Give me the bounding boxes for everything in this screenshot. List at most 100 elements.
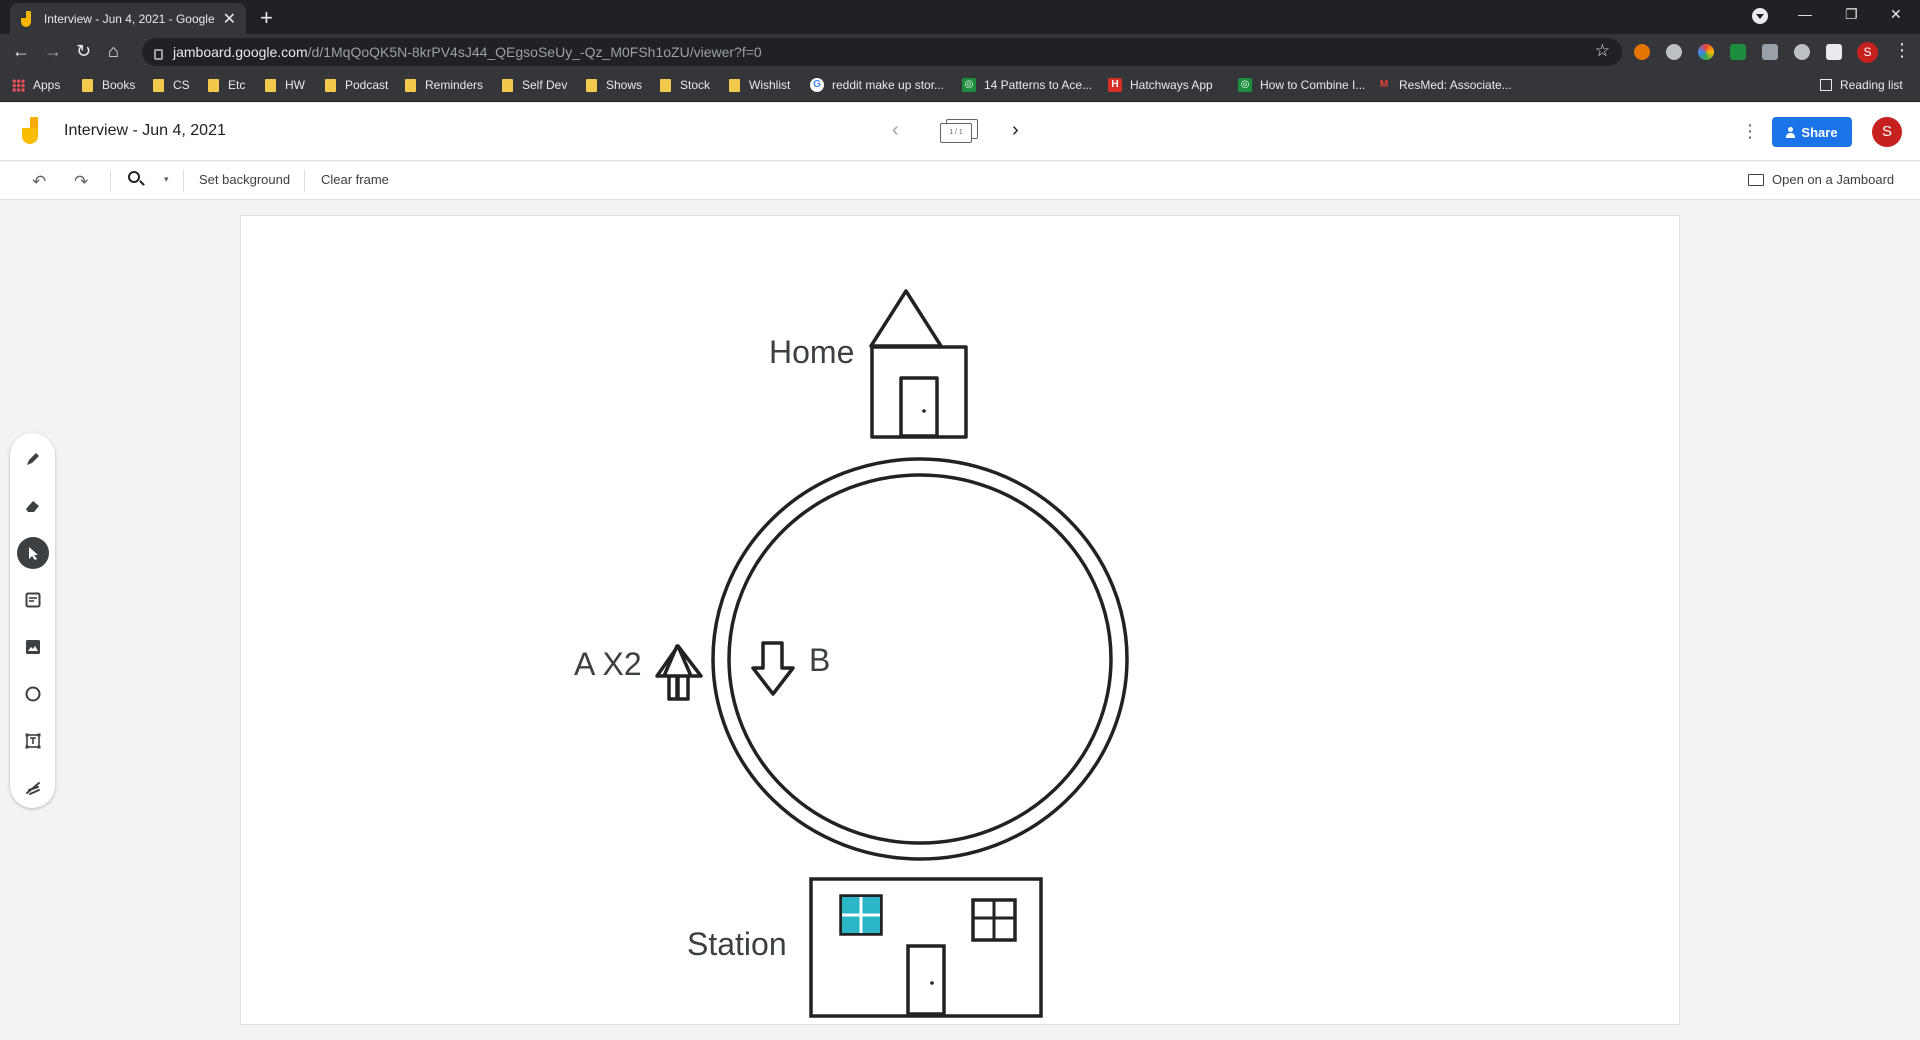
share-button[interactable]: Share — [1772, 117, 1852, 147]
clear-frame-button[interactable]: Clear frame — [321, 172, 389, 187]
bookmark-label: Apps — [33, 78, 61, 92]
divider — [183, 170, 184, 192]
bookmark-item[interactable]: Stock — [660, 78, 710, 92]
bookmark-item[interactable]: ◎ 14 Patterns to Ace... — [962, 78, 1092, 92]
drawing-layer — [655, 289, 1129, 1018]
bookmark-item[interactable]: ◎ How to Combine I... — [1238, 78, 1365, 92]
reading-list-button[interactable]: Reading list — [1820, 78, 1903, 92]
circular-track-drawing — [711, 457, 1129, 861]
text-box-icon[interactable] — [17, 725, 49, 757]
undo-icon[interactable]: ↶ — [32, 172, 46, 192]
gmail-icon: M — [1377, 78, 1391, 92]
bookmark-item[interactable]: Self Dev — [502, 78, 567, 92]
folder-icon — [82, 78, 93, 92]
extension-icon[interactable] — [1634, 44, 1650, 60]
pen-icon[interactable] — [17, 443, 49, 475]
jamboard-favicon-icon — [20, 10, 36, 27]
redo-icon[interactable]: ↷ — [74, 172, 88, 192]
bookmark-label: 14 Patterns to Ace... — [984, 78, 1093, 92]
bookmark-label: CS — [173, 78, 190, 92]
hatchways-icon: H — [1108, 78, 1122, 92]
home-icon[interactable]: ⌂ — [108, 41, 119, 62]
bookmark-label: Books — [102, 78, 136, 92]
set-background-button[interactable]: Set background — [199, 172, 290, 187]
bookmark-item[interactable]: CS — [153, 78, 190, 92]
site-icon: ◎ — [1238, 78, 1252, 92]
bookmark-item[interactable]: M ResMed: Associate... — [1377, 78, 1512, 92]
bookmark-item[interactable]: Etc — [208, 78, 245, 92]
bookmark-label: Hatchways App — [1130, 78, 1213, 92]
extension-icon[interactable] — [1730, 44, 1746, 60]
b-label[interactable]: B — [809, 642, 830, 679]
apps-grid-icon — [12, 78, 25, 92]
document-title[interactable]: Interview - Jun 4, 2021 — [64, 122, 226, 140]
bookmark-item[interactable]: Greddit make up stor... — [810, 78, 944, 92]
home-label[interactable]: Home — [769, 334, 854, 371]
restore-icon[interactable]: ❐ — [1845, 6, 1858, 23]
extension-icon[interactable] — [1666, 44, 1682, 60]
bookmark-item[interactable]: Books — [82, 78, 135, 92]
jamboard-logo-icon[interactable] — [22, 117, 44, 147]
bookmarks-bar: Apps Books CS Etc HW Podcast Reminders Self Dev… — [0, 70, 1920, 102]
address-bar[interactable]: jamboard.google.com /d/1MqQoQK5N-8krPV4s… — [142, 38, 1622, 66]
eraser-icon[interactable] — [17, 490, 49, 522]
bookmark-item[interactable]: HW — [265, 78, 305, 92]
frame-indicator: 1 / 1 — [940, 123, 972, 143]
circle-icon[interactable] — [17, 678, 49, 710]
previous-frame-icon[interactable]: ‹ — [892, 119, 899, 142]
minimize-icon[interactable]: — — [1798, 6, 1812, 22]
new-tab-button[interactable]: + — [260, 5, 273, 31]
sticky-note-icon[interactable] — [17, 584, 49, 616]
zoom-dropdown-icon[interactable]: ▾ — [164, 174, 169, 185]
tab-search-icon[interactable] — [1752, 8, 1768, 24]
tab-close-icon[interactable]: ✕ — [223, 9, 236, 29]
bookmark-item[interactable]: H Hatchways App — [1108, 78, 1213, 92]
image-icon[interactable] — [17, 631, 49, 663]
down-arrow-drawing — [751, 641, 795, 696]
extension-icon[interactable] — [1762, 44, 1778, 60]
bookmark-item[interactable]: Wishlist — [729, 78, 790, 92]
extension-icon[interactable] — [1698, 44, 1714, 60]
extension-icon[interactable] — [1794, 44, 1810, 60]
forward-icon[interactable]: → — [44, 41, 62, 62]
bookmark-label: Reminders — [425, 78, 484, 92]
site-icon: ◎ — [962, 78, 976, 92]
bookmark-star-icon[interactable]: ☆ — [1595, 41, 1610, 61]
puzzle-extensions-icon[interactable] — [1826, 44, 1842, 60]
back-icon[interactable]: ← — [12, 41, 30, 62]
reload-icon[interactable]: ↻ — [76, 41, 91, 62]
browser-profile-avatar[interactable]: S — [1857, 42, 1878, 63]
avatar[interactable]: S — [1872, 117, 1902, 147]
browser-menu-icon[interactable]: ⋮ — [1893, 40, 1911, 61]
a-x2-label[interactable]: A X2 — [574, 646, 642, 683]
zoom-icon[interactable] — [128, 171, 146, 189]
bookmark-label: How to Combine I... — [1260, 78, 1366, 92]
open-on-jamboard-label: Open on a Jamboard — [1772, 172, 1895, 187]
divider — [110, 170, 111, 192]
bookmark-item[interactable]: Reminders — [405, 78, 483, 92]
url-path: /d/1MqQoQK5N-8krPV4sJ44_QEgsoSeUy_-Qz_M0… — [307, 44, 762, 60]
app-header: Interview - Jun 4, 2021 ‹ 1 / 1 › ⋮ Shar… — [0, 103, 1920, 161]
folder-icon — [265, 78, 276, 92]
monitor-icon — [1748, 173, 1764, 186]
divider — [304, 170, 305, 192]
bookmark-label: ResMed: Associate... — [1399, 78, 1512, 92]
open-on-jamboard-button[interactable]: Open on a Jamboard — [1748, 172, 1894, 187]
station-building-drawing — [809, 877, 1043, 1018]
tool-rail — [10, 433, 55, 808]
close-window-icon[interactable]: ✕ — [1890, 6, 1902, 23]
jam-frame-canvas[interactable]: Home A X2 B Station — [240, 215, 1680, 1025]
select-icon[interactable] — [17, 537, 49, 569]
more-options-icon[interactable]: ⋮ — [1741, 121, 1759, 142]
laser-icon[interactable] — [17, 772, 49, 804]
station-label[interactable]: Station — [687, 926, 787, 963]
bookmark-item[interactable]: Podcast — [325, 78, 388, 92]
next-frame-icon[interactable]: › — [1012, 119, 1019, 142]
browser-tab[interactable]: Interview - Jun 4, 2021 - Google ✕ — [10, 3, 246, 34]
url-host: jamboard.google.com — [173, 44, 308, 60]
folder-icon — [153, 78, 164, 92]
bookmark-item[interactable]: Shows — [586, 78, 642, 92]
frame-bar-button[interactable]: 1 / 1 — [940, 119, 980, 145]
bookmark-item[interactable]: Apps — [12, 78, 60, 92]
bookmark-label: Wishlist — [749, 78, 791, 92]
